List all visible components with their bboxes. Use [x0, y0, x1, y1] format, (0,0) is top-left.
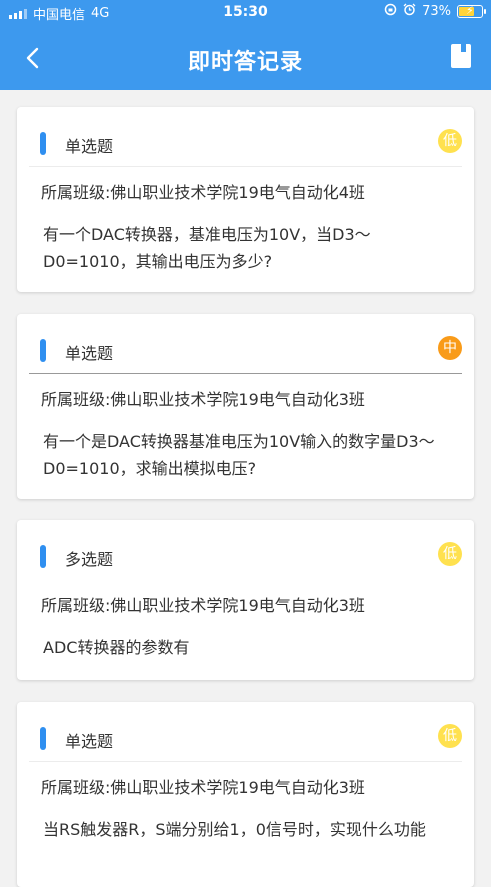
divider — [29, 761, 462, 762]
question-text: ADC转换器的参数有 — [43, 638, 190, 657]
alarm-icon — [403, 3, 416, 20]
class-name: 所属班级:佛山职业技术学院19电气自动化3班 — [41, 778, 365, 797]
difficulty-badge: 低 — [438, 724, 462, 748]
accent-bar — [40, 132, 46, 155]
battery-percent: 73% — [422, 4, 451, 19]
page-title: 即时答记录 — [187, 50, 303, 75]
card-header: 单选题 低 — [29, 702, 462, 761]
record-card[interactable]: 单选题 低 所属班级:佛山职业技术学院19电气自动化4班 有一个DAC转换器，基… — [17, 107, 474, 292]
class-name: 所属班级:佛山职业技术学院19电气自动化4班 — [41, 183, 365, 202]
question-type: 单选题 — [65, 732, 114, 751]
nav-bar: 即时答记录 — [0, 26, 491, 90]
rotation-lock-icon — [384, 3, 397, 20]
book-icon — [451, 44, 471, 68]
class-name: 所属班级:佛山职业技术学院19电气自动化3班 — [41, 596, 365, 615]
accent-bar — [40, 545, 46, 568]
question-text: 当RS触发器R，S端分别给1，0信号时，实现什么功能 — [43, 820, 426, 839]
difficulty-badge: 低 — [438, 542, 462, 566]
accent-bar — [40, 727, 46, 750]
question-text: 有一个DAC转换器，基准电压为10V，当D3～D0=1010，其输出电压为多少? — [43, 225, 371, 271]
record-card[interactable]: 多选题 低 所属班级:佛山职业技术学院19电气自动化3班 ADC转换器的参数有 — [17, 520, 474, 680]
record-card[interactable]: 单选题 中 所属班级:佛山职业技术学院19电气自动化3班 有一个是DAC转换器基… — [17, 314, 474, 499]
divider — [29, 579, 462, 580]
question-type: 单选题 — [65, 344, 114, 363]
card-header: 单选题 低 — [29, 107, 462, 166]
question-type: 多选题 — [65, 550, 114, 569]
header: 中国电信 4G 15:30 73% ⚡ 即时答记录 — [0, 0, 491, 90]
question-text: 有一个是DAC转换器基准电压为10V输入的数字量D3～D0=1010，求输出模拟… — [43, 432, 435, 478]
class-name: 所属班级:佛山职业技术学院19电气自动化3班 — [41, 390, 365, 409]
status-bar: 中国电信 4G 15:30 73% ⚡ — [0, 0, 491, 26]
difficulty-badge: 低 — [438, 129, 462, 153]
divider — [29, 373, 462, 374]
question-type: 单选题 — [65, 137, 114, 156]
record-card[interactable]: 单选题 低 所属班级:佛山职业技术学院19电气自动化3班 当RS触发器R，S端分… — [17, 702, 474, 887]
divider — [29, 166, 462, 167]
card-header: 单选题 中 — [29, 314, 462, 373]
difficulty-badge: 中 — [438, 336, 462, 360]
record-book-button[interactable] — [449, 42, 473, 70]
battery-icon: ⚡ — [457, 4, 486, 18]
card-header: 多选题 低 — [29, 520, 462, 579]
accent-bar — [40, 339, 46, 362]
